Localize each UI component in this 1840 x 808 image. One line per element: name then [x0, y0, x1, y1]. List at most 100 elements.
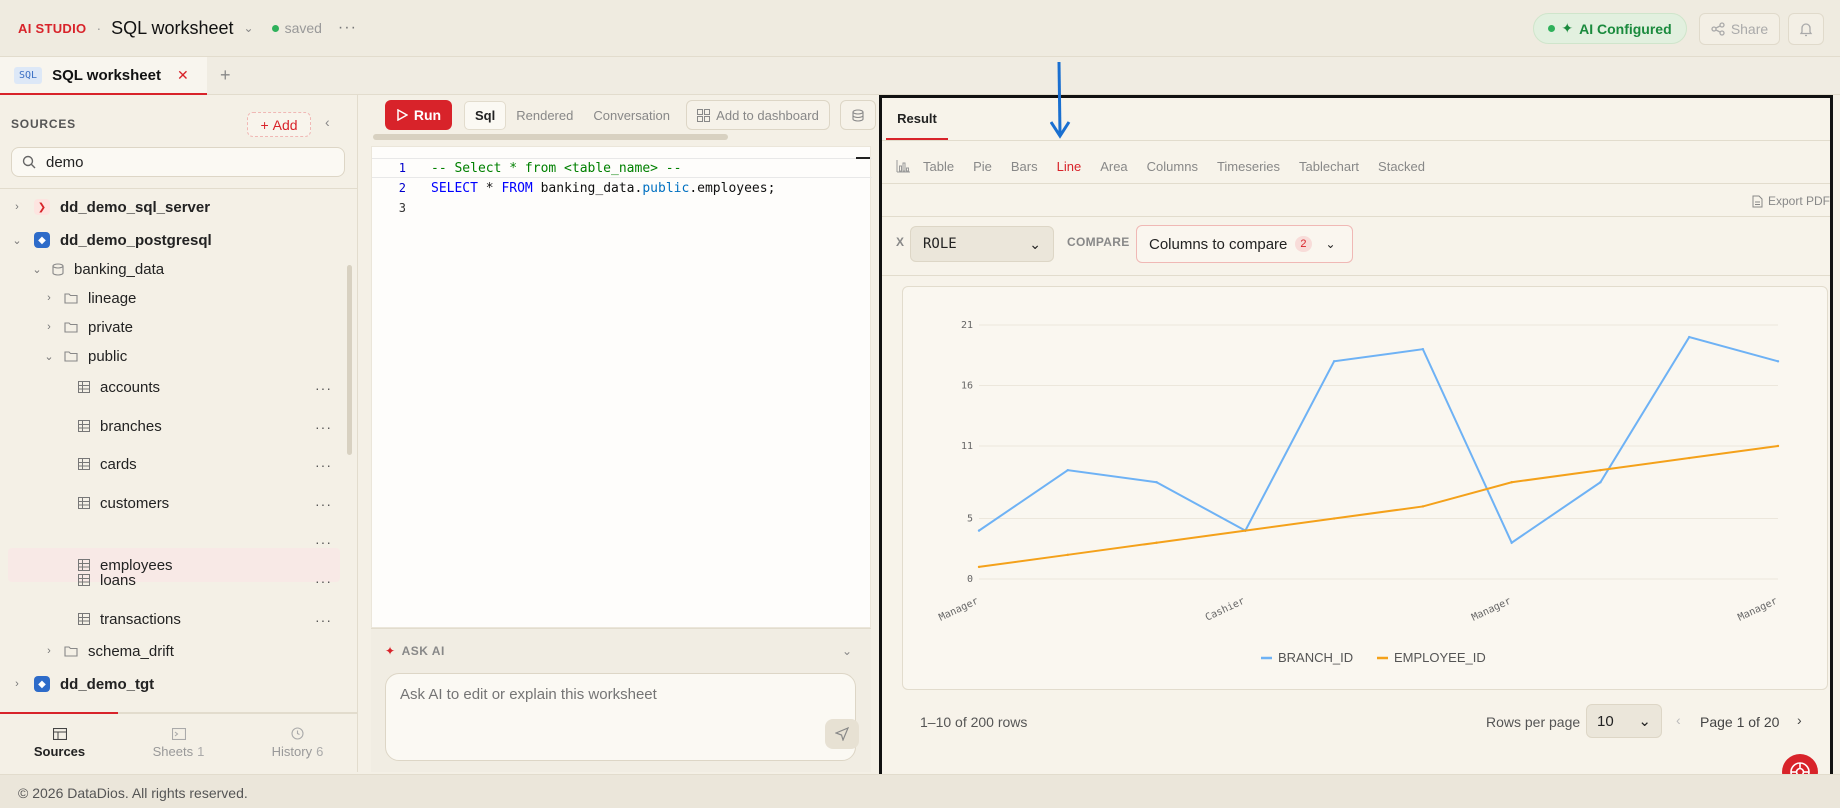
- postgresql-icon: ◆: [34, 232, 50, 248]
- code-comment: -- Select * from <table_name> --: [431, 160, 682, 176]
- tree-item-schema-drift[interactable]: › schema_drift: [42, 634, 174, 668]
- add-tab-icon[interactable]: +: [220, 65, 231, 86]
- data-point: [1332, 360, 1336, 363]
- ai-configured-badge[interactable]: ✦ AI Configured: [1533, 13, 1687, 44]
- source-search[interactable]: [11, 147, 345, 177]
- compare-count-badge: 2: [1295, 236, 1312, 252]
- nav-count: 1: [197, 743, 205, 759]
- x-tick-label: Manager: [1470, 596, 1513, 624]
- save-status-label: saved: [284, 20, 322, 36]
- tree-item-label: schema_drift: [88, 642, 174, 660]
- editor-horizontal-scrollbar[interactable]: [373, 134, 728, 140]
- series-line: [978, 444, 1779, 568]
- x-axis-select[interactable]: ROLE ⌄: [910, 226, 1054, 262]
- next-page-icon[interactable]: ›: [1797, 712, 1802, 728]
- result-panel: Result Table Pie Bars Line Area Columns …: [879, 95, 1833, 786]
- chevron-right-icon[interactable]: ›: [10, 201, 24, 213]
- nav-history[interactable]: History 6: [238, 714, 357, 772]
- tree-item-public[interactable]: ⌄ public: [42, 339, 127, 373]
- ask-ai-header[interactable]: ✦ ASK AI: [385, 644, 445, 658]
- send-button[interactable]: [825, 719, 859, 749]
- nav-sheets[interactable]: Sheets 1: [119, 714, 238, 772]
- close-icon[interactable]: ✕: [177, 67, 189, 84]
- table-item-cards[interactable]: cards: [78, 447, 137, 481]
- tree-item-sql-server[interactable]: › ❯ dd_demo_sql_server: [10, 190, 210, 224]
- tab-conversation[interactable]: Conversation: [583, 102, 680, 129]
- chart-icon: [896, 160, 910, 173]
- row-more-icon[interactable]: ···: [315, 496, 332, 512]
- chart-type-area[interactable]: Area: [1100, 159, 1127, 174]
- chevron-down-icon[interactable]: ⌄: [842, 644, 852, 658]
- chevron-right-icon[interactable]: ›: [42, 645, 56, 657]
- divider: [882, 183, 1830, 184]
- tree-item-label: banking_data: [74, 260, 165, 278]
- table-item-branches[interactable]: branches: [78, 409, 162, 443]
- tree-item-label: dd_demo_sql_server: [60, 198, 211, 216]
- data-point: [1776, 360, 1780, 363]
- ask-ai-input-box[interactable]: [385, 673, 859, 761]
- chart-type-stacked[interactable]: Stacked: [1378, 159, 1425, 174]
- chart-type-bars[interactable]: Bars: [1011, 159, 1038, 174]
- sql-editor[interactable]: 1 -- Select * from <table_name> -- 2 SEL…: [371, 146, 872, 628]
- add-to-dashboard-button[interactable]: Add to dashboard: [686, 100, 830, 130]
- ask-ai-panel: ✦ ASK AI ⌄: [371, 628, 871, 772]
- postgresql-icon: ◆: [34, 676, 50, 692]
- chevron-right-icon[interactable]: ›: [42, 292, 56, 304]
- tab-result[interactable]: Result: [886, 98, 948, 140]
- chart-type-timeseries[interactable]: Timeseries: [1217, 159, 1280, 174]
- ask-ai-input[interactable]: [400, 686, 820, 716]
- chevron-down-icon[interactable]: ⌄: [30, 263, 44, 276]
- rows-per-page-select[interactable]: 10 ⌄: [1586, 704, 1662, 738]
- sidebar-scrollbar[interactable]: [347, 265, 352, 455]
- search-input[interactable]: [46, 153, 326, 171]
- tree-item-label: private: [88, 318, 134, 336]
- chart-type-line[interactable]: Line: [1057, 159, 1082, 174]
- tab-rendered[interactable]: Rendered: [506, 102, 583, 129]
- row-more-icon[interactable]: ···: [315, 612, 332, 628]
- chevron-down-icon[interactable]: ⌄: [10, 234, 24, 247]
- collapse-sidebar-icon[interactable]: ‹: [325, 114, 330, 130]
- more-options-icon[interactable]: ···: [338, 19, 357, 37]
- chart-type-tablechart[interactable]: Tablechart: [1299, 159, 1359, 174]
- notifications-button[interactable]: [1788, 13, 1824, 45]
- prev-page-icon[interactable]: ‹: [1676, 712, 1681, 728]
- worksheet-title[interactable]: SQL worksheet: [111, 18, 233, 39]
- chart-type-columns[interactable]: Columns: [1147, 159, 1198, 174]
- table-item-loans[interactable]: loans: [78, 563, 136, 597]
- row-more-icon[interactable]: ···: [315, 419, 332, 435]
- chevron-down-icon[interactable]: ⌄: [42, 350, 56, 363]
- table-item-label: accounts: [100, 378, 161, 396]
- chart-type-table[interactable]: Table: [923, 159, 954, 174]
- compare-columns-button[interactable]: Columns to compare 2 ⌄: [1136, 225, 1353, 263]
- table-item-transactions[interactable]: transactions: [78, 602, 181, 636]
- rows-per-page-value: 10: [1597, 712, 1614, 730]
- compare-label: COMPARE: [1067, 235, 1130, 249]
- data-point: [1688, 456, 1691, 460]
- nav-sources[interactable]: Sources: [0, 714, 119, 772]
- run-label: Run: [413, 107, 442, 123]
- add-source-button[interactable]: + Add: [247, 112, 311, 137]
- table-item-customers[interactable]: customers: [78, 486, 169, 520]
- y-tick-label: 16: [961, 380, 973, 391]
- share-button[interactable]: Share: [1699, 13, 1780, 45]
- data-point: [1332, 517, 1336, 520]
- tab-sql-worksheet[interactable]: SQL SQL worksheet ✕: [0, 57, 207, 95]
- chart-type-pie[interactable]: Pie: [973, 159, 992, 174]
- tree-item-demo-tgt[interactable]: › ◆ dd_demo_tgt: [10, 667, 154, 701]
- chevron-right-icon[interactable]: ›: [42, 321, 56, 333]
- row-more-icon[interactable]: ···: [315, 534, 332, 550]
- database-button[interactable]: [840, 100, 876, 130]
- rows-info: 1–10 of 200 rows: [920, 714, 1028, 730]
- sql-keyword: SELECT: [431, 180, 478, 196]
- row-more-icon[interactable]: ···: [315, 573, 332, 589]
- chevron-down-icon[interactable]: ⌄: [244, 21, 254, 35]
- table-item-accounts[interactable]: accounts: [78, 370, 160, 404]
- export-pdf-label: Export PDF: [1768, 194, 1831, 208]
- tab-sql[interactable]: Sql: [464, 100, 507, 130]
- chevron-right-icon[interactable]: ›: [10, 678, 24, 690]
- code-line: 1 -- Select * from <table_name> --: [372, 158, 872, 178]
- row-more-icon[interactable]: ···: [315, 457, 332, 473]
- row-more-icon[interactable]: ···: [315, 380, 332, 396]
- run-button[interactable]: Run: [385, 100, 452, 130]
- export-pdf-button[interactable]: Export PDF: [1752, 194, 1830, 208]
